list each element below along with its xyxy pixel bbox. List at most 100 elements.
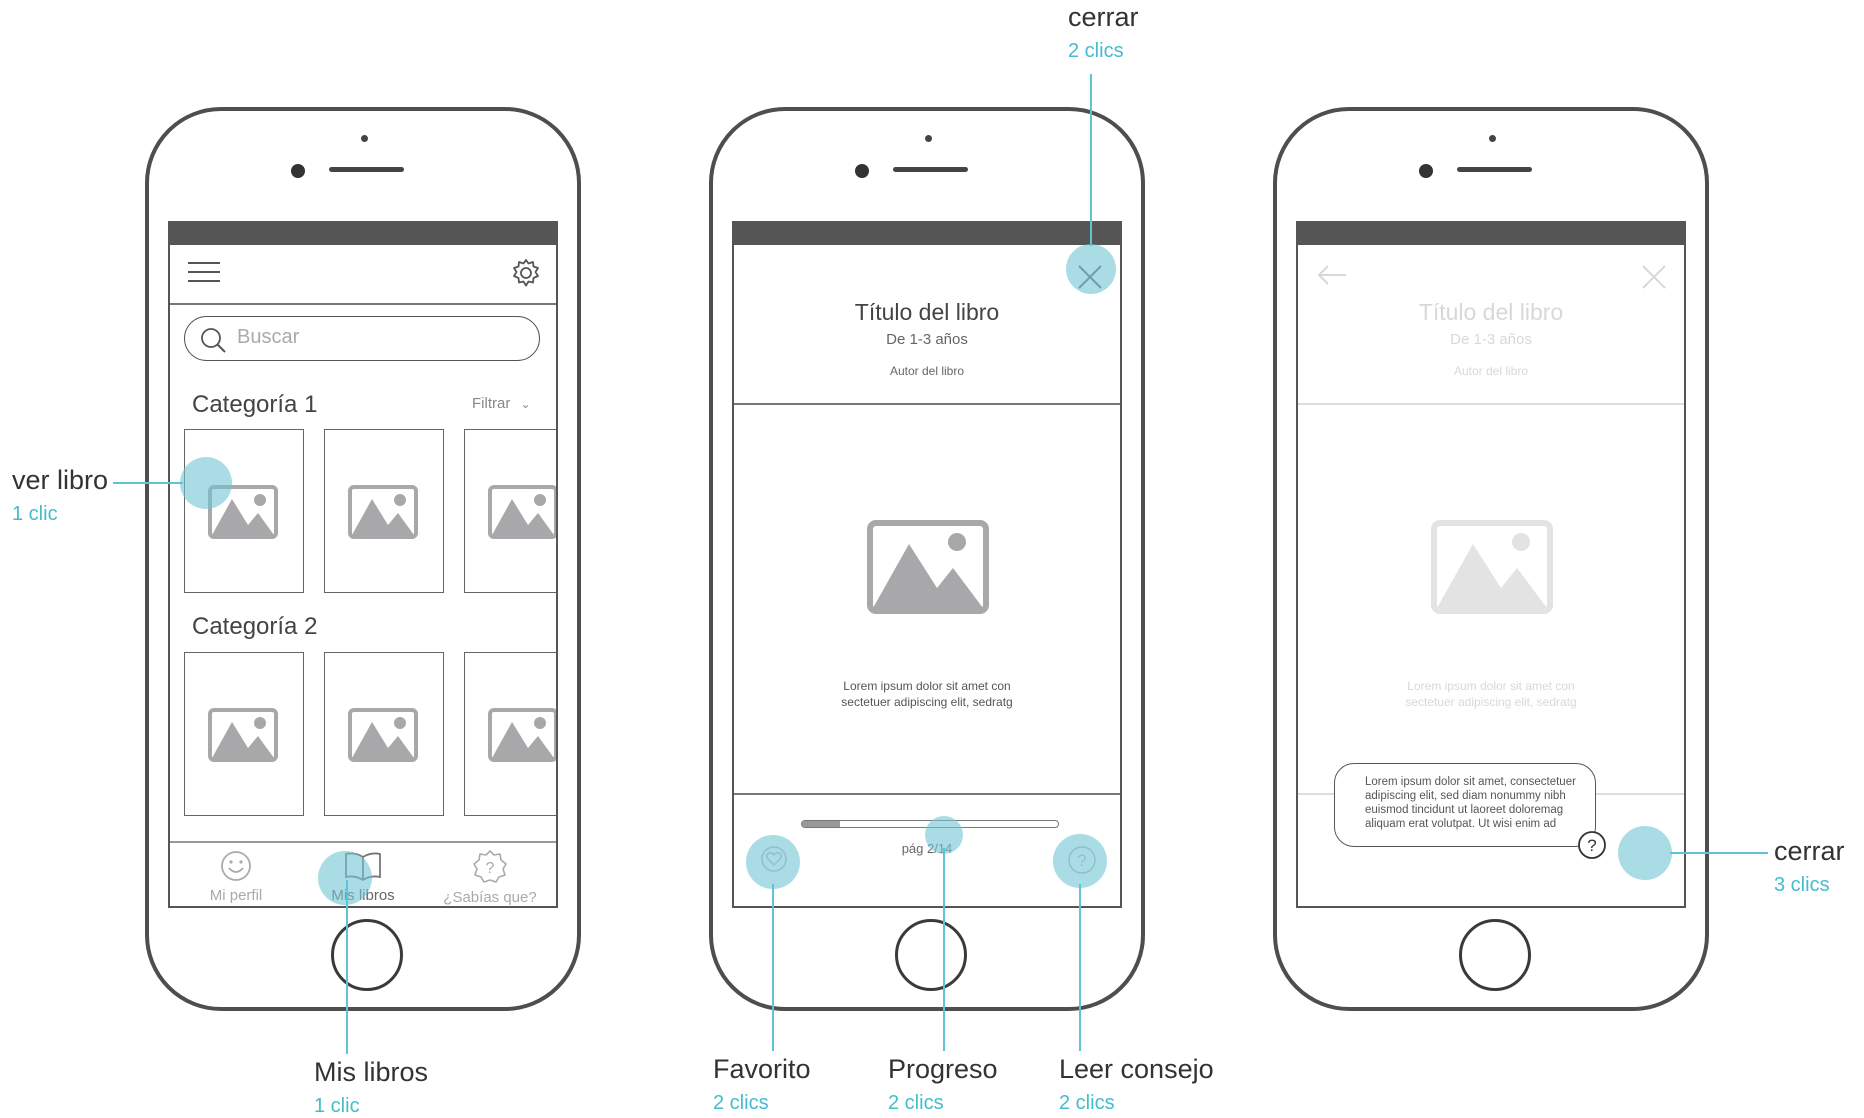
filter-dropdown[interactable]: Filtrar ⌄ bbox=[472, 395, 531, 412]
connector-ver-libro bbox=[113, 482, 183, 484]
image-placeholder-icon bbox=[348, 485, 418, 539]
tip-close-question-icon[interactable]: ? bbox=[1577, 830, 1607, 865]
annotation-mis-libros-label: Mis libros bbox=[314, 1057, 429, 1087]
hotspot-mis-libros[interactable] bbox=[318, 851, 372, 905]
home-button[interactable] bbox=[1459, 919, 1531, 991]
tip-text-line: euismod tincidunt ut laoreet doloremag bbox=[1365, 804, 1564, 816]
connector-mis-libros bbox=[346, 880, 348, 1054]
tip-text-line: adipiscing elit, sed diam nonummy nibh bbox=[1365, 790, 1566, 802]
earpiece-speaker bbox=[1457, 167, 1532, 172]
image-placeholder-icon bbox=[488, 485, 556, 539]
book-thumbnail[interactable] bbox=[184, 429, 304, 593]
annotation-mis-libros-count: 1 clic bbox=[314, 1095, 360, 1117]
header-divider bbox=[734, 403, 1120, 405]
image-placeholder-icon bbox=[488, 708, 556, 762]
screen-tip: Título del libro De 1-3 años Autor del l… bbox=[1296, 221, 1686, 908]
connector-cerrar-right bbox=[1670, 852, 1768, 854]
nav-label: ¿Sabías que? bbox=[443, 889, 537, 906]
hotspot-cerrar-top[interactable] bbox=[1066, 244, 1116, 294]
chevron-down-icon: ⌄ bbox=[520, 397, 531, 411]
book-thumbnail[interactable] bbox=[324, 652, 444, 816]
hotspot-ver-libro[interactable] bbox=[180, 457, 232, 509]
svg-text:?: ? bbox=[1587, 836, 1596, 855]
hamburger-menu-icon[interactable] bbox=[188, 261, 220, 283]
sensor-dot bbox=[1489, 135, 1496, 142]
annotation-cerrar-right-count: 3 clics bbox=[1774, 874, 1830, 896]
annotation-cerrar-top-count: 2 clics bbox=[1068, 40, 1124, 62]
book-thumbnail[interactable] bbox=[324, 429, 444, 593]
home-button[interactable] bbox=[895, 919, 967, 991]
book-thumbnail[interactable] bbox=[184, 652, 304, 816]
earpiece-speaker bbox=[329, 167, 404, 172]
age-range: De 1-3 años bbox=[1450, 331, 1532, 348]
book-title: Título del libro bbox=[854, 299, 1000, 325]
status-bar bbox=[734, 223, 1120, 245]
sensor-dot bbox=[925, 135, 932, 142]
sensor-dot bbox=[361, 135, 368, 142]
status-bar bbox=[1298, 223, 1684, 245]
page-text-line: sectetuer adipiscing elit, sedratg bbox=[1405, 695, 1577, 709]
progress-fill bbox=[802, 821, 841, 827]
earpiece-speaker bbox=[893, 167, 968, 172]
search-icon bbox=[201, 328, 226, 353]
smiley-icon bbox=[221, 851, 251, 881]
image-placeholder-icon bbox=[867, 520, 989, 614]
connector-leer-consejo bbox=[1079, 884, 1081, 1051]
page-text-line: sectetuer adipiscing elit, sedratg bbox=[841, 695, 1013, 709]
hotspot-cerrar-right[interactable] bbox=[1618, 826, 1672, 880]
header-divider bbox=[170, 303, 556, 305]
gear-icon[interactable] bbox=[510, 257, 542, 289]
connector-favorito bbox=[772, 884, 774, 1051]
screen-reader: Título del libro De 1-3 años Autor del l… bbox=[732, 221, 1122, 908]
book-thumbnail[interactable] bbox=[464, 652, 556, 816]
bottom-nav-divider bbox=[170, 841, 556, 843]
annotation-ver-libro-count: 1 clic bbox=[12, 503, 58, 525]
tip-text-line: aliquam erat volutpat. Ut wisi enim ad bbox=[1365, 818, 1557, 830]
tip-text-line: Lorem ipsum dolor sit amet, consectetuer bbox=[1365, 776, 1576, 788]
question-badge-icon: ? bbox=[473, 850, 507, 883]
header-divider bbox=[1298, 403, 1684, 405]
search-placeholder: Buscar bbox=[237, 326, 300, 348]
footer-divider bbox=[734, 793, 1120, 795]
category-1-title: Categoría 1 bbox=[192, 391, 318, 418]
annotation-cerrar-top-label: cerrar bbox=[1068, 2, 1139, 32]
svg-text:?: ? bbox=[486, 860, 495, 877]
book-title: Título del libro bbox=[1418, 299, 1564, 325]
age-range: De 1-3 años bbox=[886, 331, 968, 348]
close-icon[interactable] bbox=[1640, 263, 1668, 296]
page-text-line: Lorem ipsum dolor sit amet con bbox=[1407, 679, 1575, 693]
connector-progreso bbox=[943, 848, 945, 1051]
book-author: Autor del libro bbox=[1453, 364, 1529, 378]
annotation-favorito-count: 2 clics bbox=[713, 1092, 769, 1114]
home-button[interactable] bbox=[331, 919, 403, 991]
annotation-progreso-count: 2 clics bbox=[888, 1092, 944, 1114]
annotation-leer-consejo-count: 2 clics bbox=[1059, 1092, 1115, 1114]
status-bar bbox=[170, 223, 556, 245]
image-placeholder-icon bbox=[348, 708, 418, 762]
hotspot-leer-consejo[interactable] bbox=[1053, 834, 1107, 888]
screen-home: Buscar Categoría 1 Filtrar ⌄ Categoría 2 bbox=[168, 221, 558, 908]
annotation-favorito-label: Favorito bbox=[713, 1054, 811, 1084]
book-thumbnail[interactable] bbox=[464, 429, 556, 593]
image-placeholder-icon bbox=[1431, 520, 1553, 614]
connector-cerrar-top bbox=[1090, 74, 1092, 246]
nav-item-sabias-que[interactable]: ? ¿Sabías que? bbox=[430, 849, 550, 906]
image-placeholder-icon bbox=[208, 708, 278, 762]
category-2-title: Categoría 2 bbox=[192, 613, 318, 640]
hotspot-favorito[interactable] bbox=[746, 835, 800, 889]
filter-label: Filtrar bbox=[472, 395, 511, 412]
front-camera bbox=[855, 164, 869, 178]
book-author: Autor del libro bbox=[889, 364, 965, 378]
back-arrow-icon[interactable] bbox=[1316, 263, 1348, 292]
annotation-progreso-label: Progreso bbox=[888, 1054, 998, 1084]
annotation-cerrar-right-label: cerrar bbox=[1774, 836, 1845, 866]
page-text-line: Lorem ipsum dolor sit amet con bbox=[843, 679, 1011, 693]
front-camera bbox=[291, 164, 305, 178]
annotation-leer-consejo-label: Leer consejo bbox=[1059, 1054, 1214, 1084]
annotation-ver-libro-label: ver libro bbox=[12, 465, 109, 495]
nav-item-mi-perfil[interactable]: Mi perfil bbox=[176, 849, 296, 904]
search-input[interactable]: Buscar bbox=[184, 316, 540, 361]
nav-label: Mi perfil bbox=[209, 887, 263, 904]
front-camera bbox=[1419, 164, 1433, 178]
tip-bubble: Lorem ipsum dolor sit amet, consectetuer… bbox=[1334, 763, 1596, 847]
